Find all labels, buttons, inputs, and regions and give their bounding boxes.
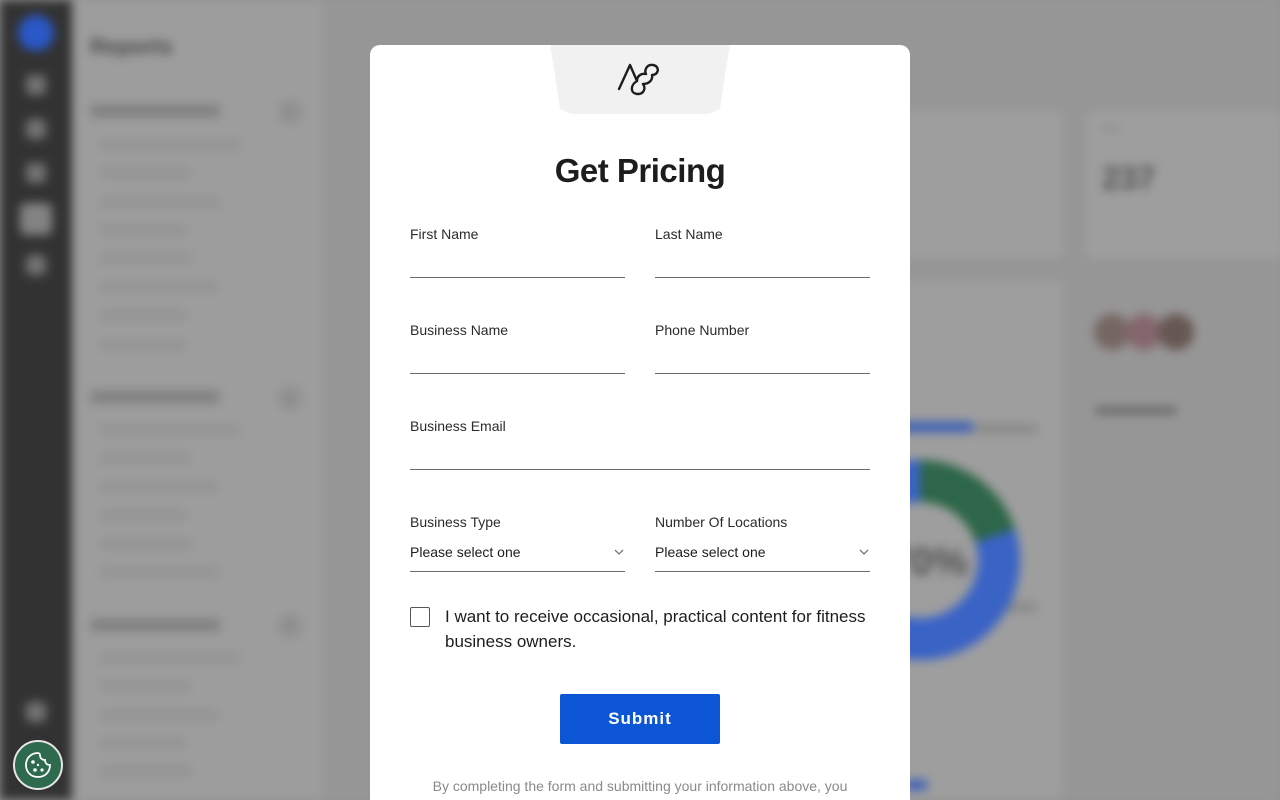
business-name-input[interactable]: [410, 348, 625, 374]
business-type-label: Business Type: [410, 514, 501, 530]
business-name-field: Business Name: [410, 322, 625, 382]
modal-title: Get Pricing: [554, 152, 726, 189]
legal-disclaimer: By completing the form and submitting yo…: [432, 778, 848, 794]
business-type-field: Business Type Please select one: [410, 514, 625, 574]
last-name-input[interactable]: [655, 252, 870, 278]
last-name-label: Last Name: [655, 226, 723, 242]
first-name-input[interactable]: [410, 252, 625, 278]
business-email-input[interactable]: [410, 444, 870, 470]
last-name-field: Last Name: [655, 226, 870, 286]
business-name-label: Business Name: [410, 322, 509, 338]
cookie-icon: [25, 752, 51, 778]
consent-label[interactable]: I want to receive occasional, practical …: [445, 604, 875, 654]
phone-number-label: Phone Number: [655, 322, 750, 338]
phone-number-field: Phone Number: [655, 322, 870, 382]
consent-checkbox[interactable]: [410, 607, 430, 627]
first-name-field: First Name: [410, 226, 625, 286]
business-type-value: Please select one: [410, 544, 521, 560]
cookie-preferences-button[interactable]: [13, 740, 63, 790]
brand-logo-icon: [617, 63, 659, 96]
chevron-down-icon: [859, 549, 869, 555]
number-of-locations-value: Please select one: [655, 544, 766, 560]
business-email-label: Business Email: [410, 418, 506, 434]
submit-button[interactable]: Submit: [560, 694, 720, 744]
get-pricing-modal: Get Pricing First Name Last Name Busines…: [370, 45, 910, 800]
number-of-locations-field: Number Of Locations Please select one: [655, 514, 870, 574]
number-of-locations-select[interactable]: Please select one: [655, 536, 870, 572]
first-name-label: First Name: [410, 226, 479, 242]
number-of-locations-label: Number Of Locations: [655, 514, 788, 530]
business-type-select[interactable]: Please select one: [410, 536, 625, 572]
business-email-field: Business Email: [410, 418, 870, 478]
chevron-down-icon: [614, 549, 624, 555]
phone-number-input[interactable]: [655, 348, 870, 374]
